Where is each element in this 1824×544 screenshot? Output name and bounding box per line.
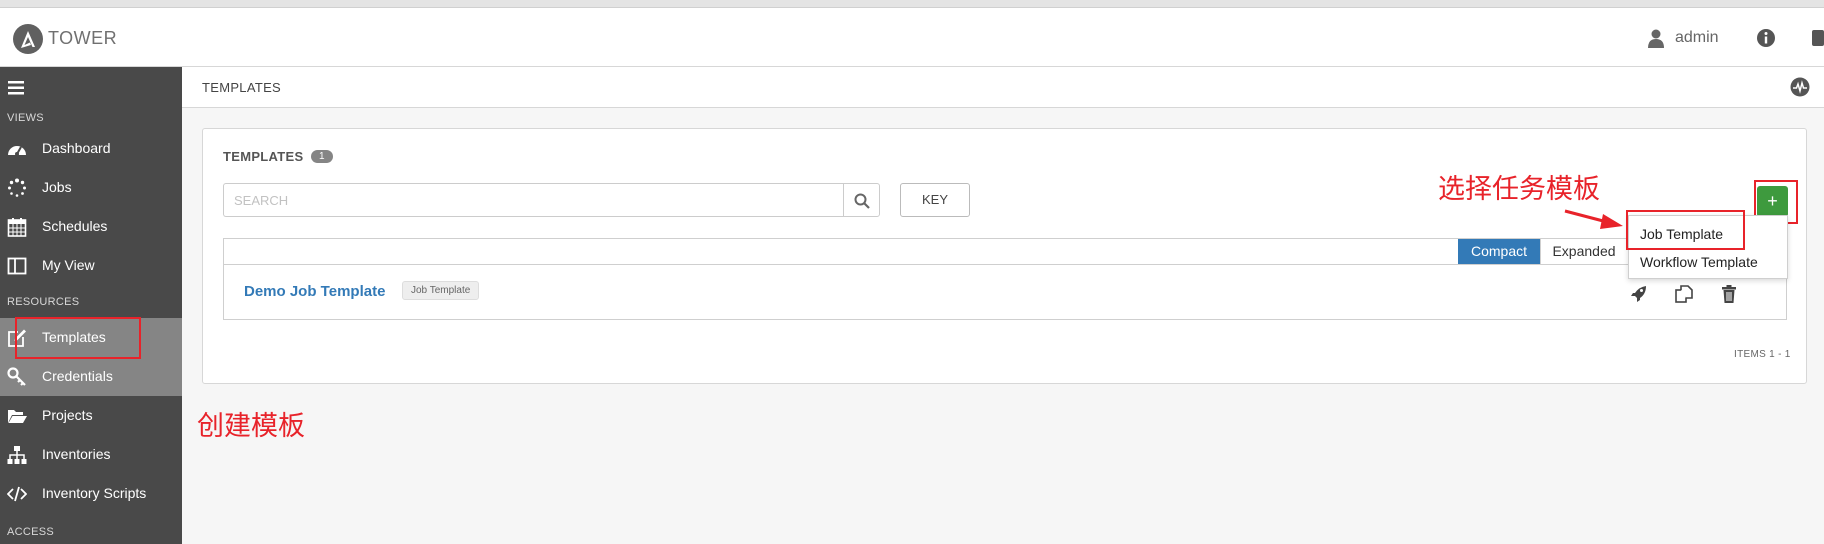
dashboard-icon <box>7 139 27 159</box>
template-name-link[interactable]: Demo Job Template <box>244 283 385 300</box>
ansible-logo[interactable] <box>13 24 43 54</box>
sidebar-item-credentials[interactable]: Credentials <box>0 357 182 396</box>
logo-text: TOWER <box>48 28 118 48</box>
delete-trash-icon[interactable] <box>1719 284 1739 304</box>
sidebar-item-dashboard[interactable]: Dashboard <box>0 129 182 168</box>
columns-icon <box>7 256 27 276</box>
items-count: ITEMS 1 - 1 <box>1734 349 1791 360</box>
sidebar-item-label: Inventory Scripts <box>42 485 147 501</box>
browser-top-strip <box>0 0 1824 8</box>
menu-toggle-icon[interactable] <box>8 81 24 100</box>
ansible-a-icon <box>21 31 35 48</box>
copy-icon[interactable] <box>1674 284 1694 304</box>
breadcrumb-bar: TEMPLATES <box>182 67 1824 108</box>
search-icon <box>854 193 870 209</box>
sidebar-item-label: Projects <box>42 407 93 423</box>
sidebar-item-label: My View <box>42 257 95 273</box>
calendar-icon <box>7 217 27 237</box>
expanded-view-button[interactable]: Expanded <box>1540 239 1627 264</box>
sidebar-item-schedules[interactable]: Schedules <box>0 207 182 246</box>
sidebar-item-label: Dashboard <box>42 140 111 156</box>
sidebar: VIEWS Dashboard Jobs Schedules My View R… <box>0 67 182 544</box>
list-toolbar: Compact Expanded <box>224 239 1786 265</box>
sidebar-item-label: Credentials <box>42 368 113 384</box>
sidebar-item-label: Jobs <box>42 179 72 195</box>
user-icon[interactable] <box>1648 29 1664 54</box>
search-input[interactable] <box>223 183 843 217</box>
info-icon[interactable] <box>1756 28 1776 53</box>
launch-rocket-icon[interactable] <box>1629 284 1649 304</box>
sidebar-item-label: Inventories <box>42 446 111 462</box>
sitemap-icon <box>7 445 27 465</box>
folder-open-icon <box>7 406 27 426</box>
sidebar-item-projects[interactable]: Projects <box>0 396 182 435</box>
docs-icon[interactable] <box>1810 28 1824 53</box>
sidebar-heading-resources: RESOURCES <box>7 296 80 308</box>
breadcrumb-title: TEMPLATES <box>202 80 282 95</box>
sidebar-item-inventories[interactable]: Inventories <box>0 435 182 474</box>
annotation-highlight-job-template <box>1626 210 1745 250</box>
count-badge: 1 <box>311 150 333 163</box>
templates-list: Compact Expanded Demo Job Template Job T… <box>223 238 1787 320</box>
top-header: TOWER admin <box>0 8 1824 67</box>
search-button[interactable] <box>843 183 880 217</box>
activity-stream-icon[interactable] <box>1790 77 1810 102</box>
sidebar-item-jobs[interactable]: Jobs <box>0 168 182 207</box>
annotation-highlight-templates <box>15 317 141 359</box>
sidebar-item-inventory-scripts[interactable]: Inventory Scripts <box>0 474 182 513</box>
spinner-icon <box>7 178 27 198</box>
key-button[interactable]: KEY <box>900 183 970 217</box>
annotation-create-template: 创建模板 <box>197 411 305 442</box>
panel-title: TEMPLATES <box>223 149 304 164</box>
code-icon <box>6 484 28 504</box>
compact-view-button[interactable]: Compact <box>1458 239 1540 264</box>
sidebar-item-my-view[interactable]: My View <box>0 246 182 285</box>
sidebar-heading-access: ACCESS <box>7 526 55 538</box>
sidebar-item-label: Schedules <box>42 218 108 234</box>
sidebar-heading-views: VIEWS <box>7 112 44 124</box>
key-icon <box>7 367 27 387</box>
menu-item-workflow-template[interactable]: Workflow Template <box>1640 254 1758 270</box>
annotation-select-template: 选择任务模板 <box>1438 174 1600 205</box>
user-name[interactable]: admin <box>1675 29 1719 47</box>
annotation-arrow-icon <box>1564 209 1623 229</box>
template-type-badge: Job Template <box>402 281 480 300</box>
